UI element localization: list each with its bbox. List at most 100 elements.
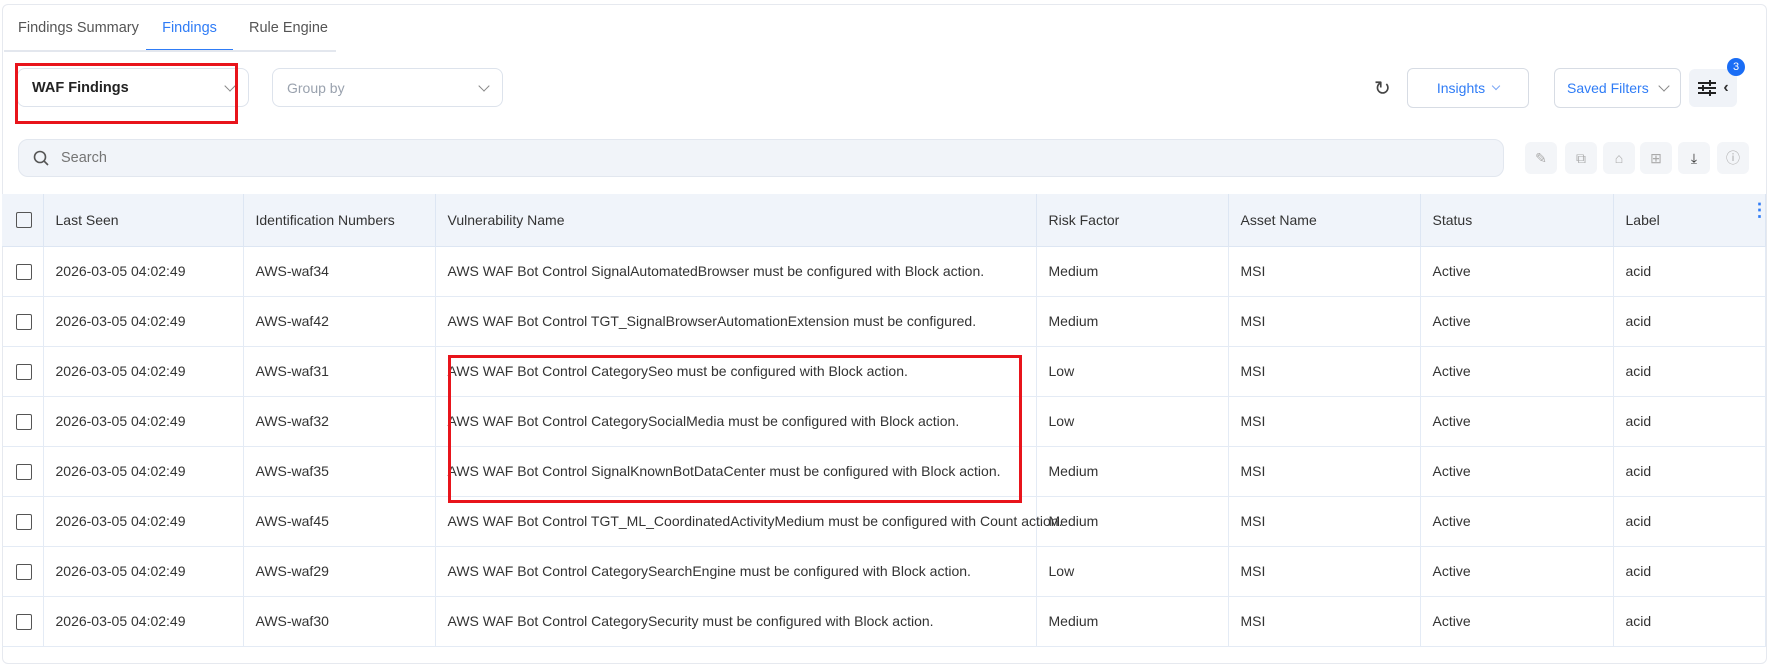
vulnerability-name-cell: AWS WAF Bot Control TGT_SignalBrowserAut… bbox=[435, 296, 1037, 347]
saved-filters-label: Saved Filters bbox=[1567, 80, 1649, 96]
row-checkbox[interactable] bbox=[16, 263, 32, 280]
vulnerability-name-cell: AWS WAF Bot Control TGT_ML_CoordinatedAc… bbox=[435, 496, 1062, 547]
last-seen-cell: 2026-03-05 04:02:49 bbox=[43, 246, 244, 297]
label-cell: acid bbox=[1613, 246, 1766, 297]
last-seen-cell: 2026-03-05 04:02:49 bbox=[43, 596, 244, 647]
chevron-down-icon bbox=[1658, 80, 1670, 92]
table-row[interactable]: 2026-03-05 04:02:49 AWS-waf29 AWS WAF Bot … bbox=[2, 546, 1766, 597]
highlight-box bbox=[448, 355, 1022, 503]
asset-name-cell: MSI bbox=[1228, 596, 1421, 647]
asset-name-cell: MSI bbox=[1228, 496, 1421, 547]
last-seen-cell: 2026-03-05 04:02:49 bbox=[43, 546, 244, 597]
refresh-icon[interactable]: ↻ bbox=[1374, 76, 1391, 101]
label-cell: acid bbox=[1613, 296, 1766, 347]
risk-factor-cell: Low bbox=[1036, 346, 1229, 397]
alert-circle-icon: ⓘ bbox=[1726, 150, 1740, 166]
id-cell: AWS-waf35 bbox=[243, 446, 436, 497]
asset-name-cell: MSI bbox=[1228, 396, 1421, 447]
status-cell: Active bbox=[1420, 346, 1614, 397]
tab-findings[interactable]: Findings bbox=[146, 18, 233, 51]
row-checkbox[interactable] bbox=[16, 363, 32, 380]
column-header[interactable]: Last Seen bbox=[43, 194, 244, 247]
id-cell: AWS-waf30 bbox=[243, 596, 436, 647]
status-cell: Active bbox=[1420, 496, 1614, 547]
chevron-left-icon: ‹ bbox=[1723, 79, 1729, 96]
search-bar[interactable] bbox=[18, 139, 1504, 177]
tab-findings-summary[interactable]: Findings Summary bbox=[18, 18, 139, 51]
column-header[interactable]: Status bbox=[1420, 194, 1614, 247]
asset-name-cell: MSI bbox=[1228, 546, 1421, 597]
status-cell: Active bbox=[1420, 546, 1614, 597]
status-cell: Active bbox=[1420, 396, 1614, 447]
filter-panel-toggle[interactable]: ‹ bbox=[1689, 69, 1737, 107]
label-cell: acid bbox=[1613, 346, 1766, 397]
download-button[interactable]: ⤓ bbox=[1678, 142, 1710, 174]
label-cell: acid bbox=[1613, 396, 1766, 447]
tab-rule-engine[interactable]: Rule Engine bbox=[249, 18, 328, 51]
risk-factor-cell: Medium bbox=[1036, 496, 1229, 547]
copy-plus-icon: ⧉ bbox=[1576, 149, 1586, 166]
label-cell: acid bbox=[1613, 546, 1766, 597]
asset-name-cell: MSI bbox=[1228, 446, 1421, 497]
select-all-checkbox[interactable] bbox=[16, 212, 32, 229]
column-menu-icon[interactable]: ⋮ bbox=[1751, 201, 1769, 219]
table-header-row: Last Seen Identification Numbers Vulnera… bbox=[2, 194, 1769, 247]
risk-factor-cell: Medium bbox=[1036, 446, 1229, 497]
tag-button[interactable]: ⌂ bbox=[1603, 142, 1635, 174]
search-input[interactable] bbox=[61, 150, 1461, 166]
insights-label: Insights bbox=[1436, 80, 1486, 96]
table-row[interactable]: 2026-03-05 04:02:49 AWS-waf34 AWS WAF Bot … bbox=[2, 246, 1766, 297]
asset-name-cell: MSI bbox=[1228, 246, 1421, 297]
chevron-down-icon bbox=[1491, 81, 1501, 91]
group-by-select[interactable]: Group by bbox=[272, 68, 503, 107]
column-header[interactable]: Vulnerability Name bbox=[435, 194, 1037, 247]
group-by-placeholder: Group by bbox=[287, 79, 345, 96]
column-header[interactable]: Risk Factor bbox=[1036, 194, 1229, 247]
label-cell: acid bbox=[1613, 596, 1766, 647]
risk-factor-cell: Medium bbox=[1036, 596, 1229, 647]
last-seen-cell: 2026-03-05 04:02:49 bbox=[43, 396, 244, 447]
duplicate-button[interactable]: ⧉ bbox=[1565, 142, 1597, 174]
report-button[interactable]: ⓘ bbox=[1717, 142, 1749, 174]
row-checkbox[interactable] bbox=[16, 563, 32, 580]
highlight-box bbox=[15, 63, 238, 124]
search-icon bbox=[33, 150, 49, 166]
column-header[interactable]: Identification Numbers bbox=[243, 194, 436, 247]
id-cell: AWS-waf34 bbox=[243, 246, 436, 297]
tag-icon: ⌂ bbox=[1614, 150, 1624, 166]
file-plus-icon: ⊞ bbox=[1650, 149, 1662, 166]
last-seen-cell: 2026-03-05 04:02:49 bbox=[43, 446, 244, 497]
row-checkbox[interactable] bbox=[16, 413, 32, 430]
risk-factor-cell: Low bbox=[1036, 396, 1229, 447]
asset-name-cell: MSI bbox=[1228, 346, 1421, 397]
row-checkbox[interactable] bbox=[16, 313, 32, 330]
last-seen-cell: 2026-03-05 04:02:49 bbox=[43, 296, 244, 347]
table-row[interactable]: 2026-03-05 04:02:49 AWS-waf42 AWS WAF Bot … bbox=[2, 296, 1766, 347]
row-checkbox[interactable] bbox=[16, 463, 32, 480]
sliders-icon bbox=[1698, 80, 1717, 96]
risk-factor-cell: Medium bbox=[1036, 246, 1229, 297]
asset-name-cell: MSI bbox=[1228, 296, 1421, 347]
table-row[interactable]: 2026-03-05 04:02:49 AWS-waf45 AWS WAF Bot … bbox=[2, 496, 1766, 547]
column-header[interactable]: Label bbox=[1626, 212, 1660, 228]
edit-button[interactable]: ✎ bbox=[1525, 142, 1557, 174]
vulnerability-name-cell: AWS WAF Bot Control CategorySearchEngine… bbox=[435, 546, 1037, 597]
id-cell: AWS-waf42 bbox=[243, 296, 436, 347]
insights-button[interactable]: Insights bbox=[1407, 68, 1529, 108]
row-checkbox[interactable] bbox=[16, 613, 32, 630]
table-row[interactable]: 2026-03-05 04:02:49 AWS-waf30 AWS WAF Bot … bbox=[2, 596, 1766, 647]
id-cell: AWS-waf31 bbox=[243, 346, 436, 397]
status-cell: Active bbox=[1420, 246, 1614, 297]
pencil-icon: ✎ bbox=[1535, 149, 1547, 166]
add-file-button[interactable]: ⊞ bbox=[1640, 142, 1672, 174]
last-seen-cell: 2026-03-05 04:02:49 bbox=[43, 496, 244, 547]
filter-count-badge: 3 bbox=[1727, 58, 1745, 76]
row-checkbox[interactable] bbox=[16, 513, 32, 530]
saved-filters-select[interactable]: Saved Filters bbox=[1554, 68, 1681, 108]
download-icon: ⤓ bbox=[1690, 149, 1698, 166]
chevron-down-icon bbox=[478, 79, 490, 92]
label-cell: acid bbox=[1613, 496, 1766, 547]
id-cell: AWS-waf45 bbox=[243, 496, 436, 547]
column-header[interactable]: Asset Name bbox=[1228, 194, 1421, 247]
status-cell: Active bbox=[1420, 446, 1614, 497]
